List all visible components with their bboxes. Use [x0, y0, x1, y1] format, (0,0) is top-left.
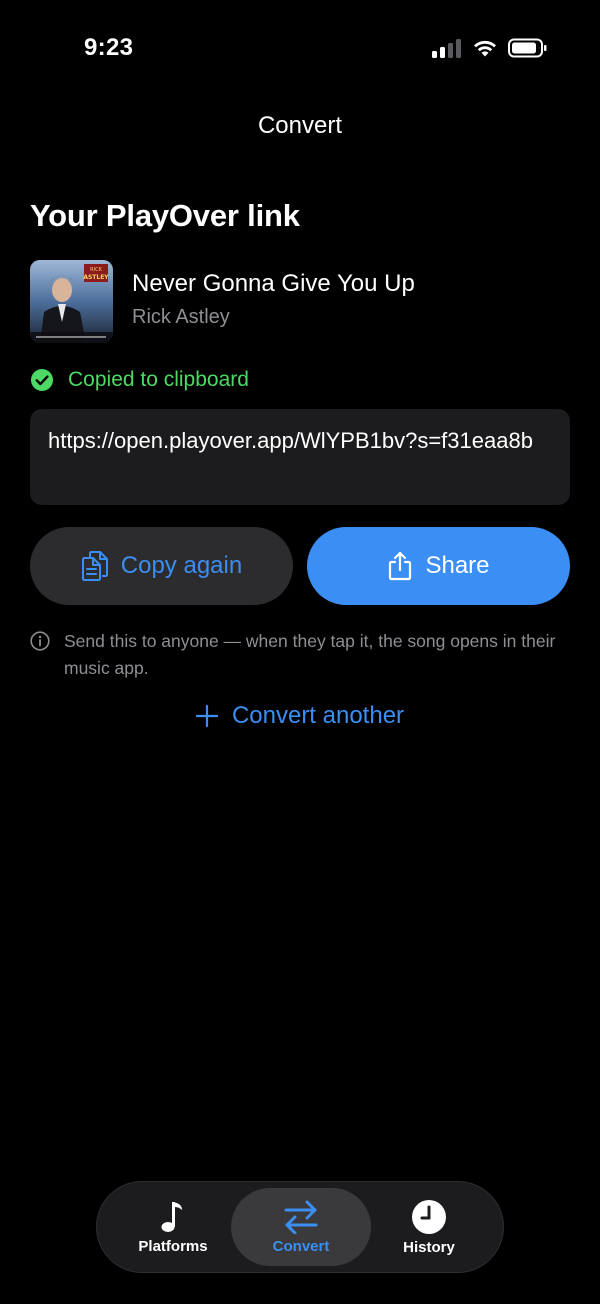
convert-another-button[interactable]: Convert another: [0, 702, 600, 730]
info-text: Send this to anyone — when they tap it, …: [64, 631, 556, 678]
battery-icon: [508, 38, 547, 58]
status-icons: [432, 38, 548, 58]
copy-doc-icon: [81, 551, 108, 581]
share-icon: [389, 551, 412, 581]
info-note: Send this to anyone — when they tap it, …: [30, 628, 575, 682]
clock-icon: [412, 1199, 446, 1234]
copy-again-button[interactable]: Copy again: [30, 527, 293, 605]
wifi-icon: [474, 40, 496, 57]
tab-bar: Platforms Convert History: [96, 1181, 504, 1273]
tab-convert-label: Convert: [272, 1237, 330, 1255]
convert-another-label: Convert another: [231, 702, 405, 729]
checkmark-circle-icon: [31, 369, 53, 391]
svg-text:RICK: RICK: [90, 267, 102, 273]
tab-platforms[interactable]: Platforms: [103, 1188, 243, 1266]
status-time: 9:23: [84, 34, 134, 61]
song-artist: Rick Astley: [132, 306, 230, 328]
cellular-signal-icon: [432, 39, 461, 58]
copied-status: Copied to clipboard: [30, 368, 249, 392]
link-field[interactable]: https://open.playover.app/WlYPB1bv?s=f31…: [30, 409, 570, 505]
share-label: Share: [425, 552, 490, 579]
song-title: Never Gonna Give You Up: [132, 270, 415, 297]
convert-screen: 9:23 Convert Your PlayOver link RICK AST…: [0, 0, 600, 1304]
tab-platforms-label: Platforms: [138, 1237, 208, 1255]
svg-text:ASTLEY: ASTLEY: [83, 274, 109, 281]
info-icon: [30, 631, 50, 651]
music-note-icon: [161, 1201, 182, 1232]
album-art: RICK ASTLEY: [30, 260, 113, 343]
plus-icon: [195, 705, 218, 727]
album-cover-image: RICK ASTLEY: [30, 260, 113, 343]
tab-convert[interactable]: Convert: [231, 1188, 371, 1266]
song-row: RICK ASTLEY Never Gonna Give You Up Rick…: [30, 260, 415, 343]
page-heading: Your PlayOver link: [30, 198, 300, 233]
nav-title: Convert: [257, 112, 343, 139]
copied-text: Copied to clipboard: [68, 368, 249, 391]
status-bar: 9:23: [0, 0, 600, 90]
copy-again-label: Copy again: [120, 552, 243, 579]
arrows-swap-icon: [284, 1200, 318, 1234]
share-button[interactable]: Share: [307, 527, 570, 605]
tab-history[interactable]: History: [359, 1188, 499, 1266]
tab-history-label: History: [403, 1238, 455, 1256]
song-meta: Never Gonna Give You Up Rick Astley: [132, 270, 415, 329]
